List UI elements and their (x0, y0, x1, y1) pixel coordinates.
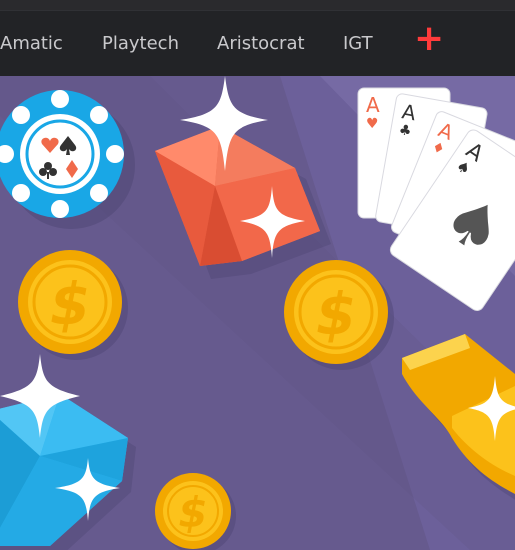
casino-illustration: A ♥ A ♣ A ♦ A ♠ ♠ $ $ $ (0, 76, 515, 550)
nav-item-playtech[interactable]: Playtech (102, 33, 179, 54)
more-providers-plus-icon[interactable]: + (414, 21, 444, 57)
top-strip (0, 0, 515, 10)
svg-text:$: $ (50, 270, 90, 338)
provider-navbar: Amatic Playtech Aristocrat IGT + (0, 10, 515, 77)
nav-item-amatic[interactable]: Amatic (0, 33, 63, 54)
hero-banner: A ♥ A ♣ A ♦ A ♠ ♠ $ $ $ (0, 76, 515, 550)
svg-text:$: $ (178, 488, 207, 537)
svg-text:A: A (366, 93, 380, 117)
svg-text:$: $ (316, 280, 356, 348)
svg-text:♥: ♥ (366, 116, 379, 132)
nav-item-igt[interactable]: IGT (343, 33, 373, 54)
nav-item-aristocrat[interactable]: Aristocrat (217, 33, 305, 54)
